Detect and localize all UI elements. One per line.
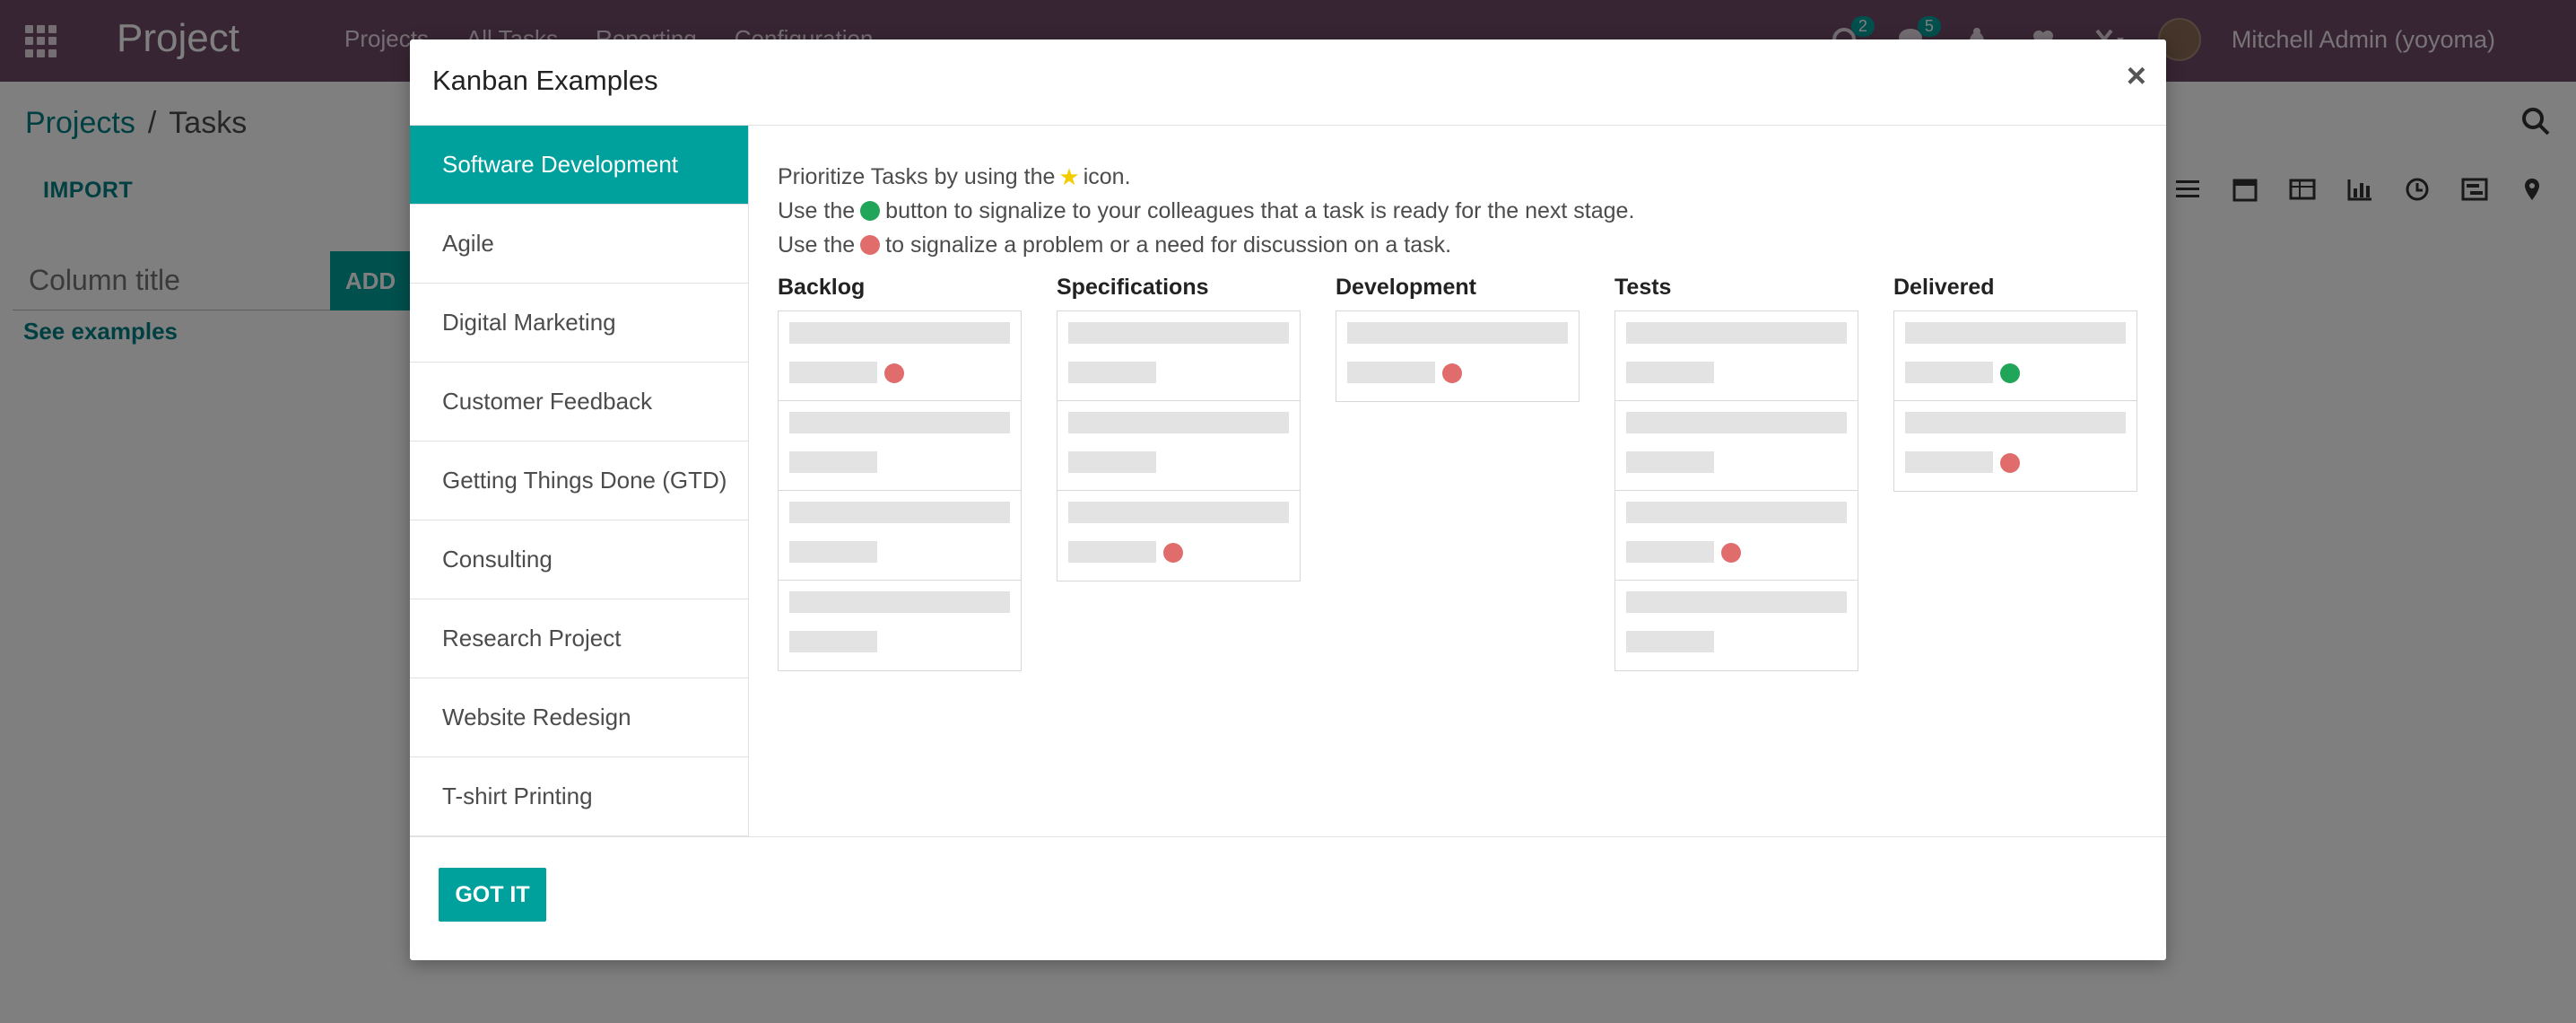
example-customer-feedback[interactable]: Customer Feedback <box>410 363 748 442</box>
tip-priority: Prioritize Tasks by using the ★ icon. <box>778 160 2150 194</box>
stage-cards <box>1614 310 1858 671</box>
tip-ready-suffix: button to signalize to your colleagues t… <box>885 198 1635 223</box>
placeholder-card <box>1057 311 1300 401</box>
modal-title: Kanban Examples <box>432 65 658 96</box>
stage-column-tests: Tests <box>1614 275 1858 671</box>
got-it-button[interactable]: GOT IT <box>439 868 546 922</box>
stage-title: Delivered <box>1893 275 1995 300</box>
placeholder-card <box>1894 401 2137 491</box>
red-status-dot-icon <box>884 363 904 383</box>
stage-cards <box>1057 310 1301 581</box>
green-status-dot-icon <box>860 201 881 221</box>
example-software-development[interactable]: Software Development <box>410 126 748 205</box>
red-status-dot-icon <box>2000 453 2020 473</box>
example-consulting[interactable]: Consulting <box>410 520 748 599</box>
red-status-dot-icon <box>1163 543 1183 563</box>
placeholder-card <box>1615 401 1858 491</box>
tip-priority-suffix: icon. <box>1083 164 1131 189</box>
example-research-project[interactable]: Research Project <box>410 599 748 678</box>
stage-columns: Backlog Specifications Development Tests… <box>778 275 2150 671</box>
kanban-examples-dialog: Kanban Examples × Software Development A… <box>410 39 2166 960</box>
tip-blocked-suffix: to signalize a problem or a need for dis… <box>885 232 1452 258</box>
tip-priority-text: Prioritize Tasks by using the <box>778 164 1056 189</box>
placeholder-card <box>779 491 1021 581</box>
placeholder-card <box>779 311 1021 401</box>
example-preview: Prioritize Tasks by using the ★ icon. Us… <box>778 160 2150 671</box>
stage-column-backlog: Backlog <box>778 275 1022 671</box>
example-tshirt-printing[interactable]: T-shirt Printing <box>410 757 748 836</box>
placeholder-card <box>779 581 1021 670</box>
example-digital-marketing[interactable]: Digital Marketing <box>410 284 748 363</box>
tip-blocked: Use the to signalize a problem or a need… <box>778 228 2150 262</box>
placeholder-card <box>1615 311 1858 401</box>
example-website-redesign[interactable]: Website Redesign <box>410 678 748 757</box>
red-status-dot-icon <box>860 235 881 255</box>
placeholder-card <box>1057 491 1300 581</box>
tip-ready: Use the button to signalize to your coll… <box>778 194 2150 228</box>
green-status-dot-icon <box>2000 363 2020 383</box>
tip-blocked-text: Use the <box>778 232 856 258</box>
example-getting-things-done[interactable]: Getting Things Done (GTD) <box>410 442 748 520</box>
tip-ready-text: Use the <box>778 198 856 223</box>
red-status-dot-icon <box>1442 363 1462 383</box>
stage-cards <box>1893 310 2137 492</box>
modal-body: Software Development Agile Digital Marke… <box>410 126 2166 836</box>
stage-column-development: Development <box>1336 275 1580 402</box>
stage-title: Tests <box>1614 275 1672 300</box>
placeholder-card <box>779 401 1021 491</box>
stage-title: Development <box>1336 275 1476 300</box>
example-agile[interactable]: Agile <box>410 205 748 284</box>
placeholder-card <box>1615 581 1858 670</box>
close-icon[interactable]: × <box>2127 57 2146 96</box>
placeholder-card <box>1615 491 1858 581</box>
placeholder-card <box>1336 311 1579 401</box>
stage-cards <box>778 310 1022 671</box>
stage-title: Backlog <box>778 275 866 300</box>
stage-column-delivered: Delivered <box>1893 275 2137 492</box>
placeholder-card <box>1894 311 2137 401</box>
examples-sidebar: Software Development Agile Digital Marke… <box>410 126 749 836</box>
stage-cards <box>1336 310 1580 402</box>
modal-footer: GOT IT <box>410 836 2166 960</box>
red-status-dot-icon <box>1721 543 1741 563</box>
stage-column-specifications: Specifications <box>1057 275 1301 581</box>
star-icon: ★ <box>1058 163 1080 190</box>
stage-title: Specifications <box>1057 275 1209 300</box>
modal-header: Kanban Examples × <box>410 39 2166 126</box>
placeholder-card <box>1057 401 1300 491</box>
